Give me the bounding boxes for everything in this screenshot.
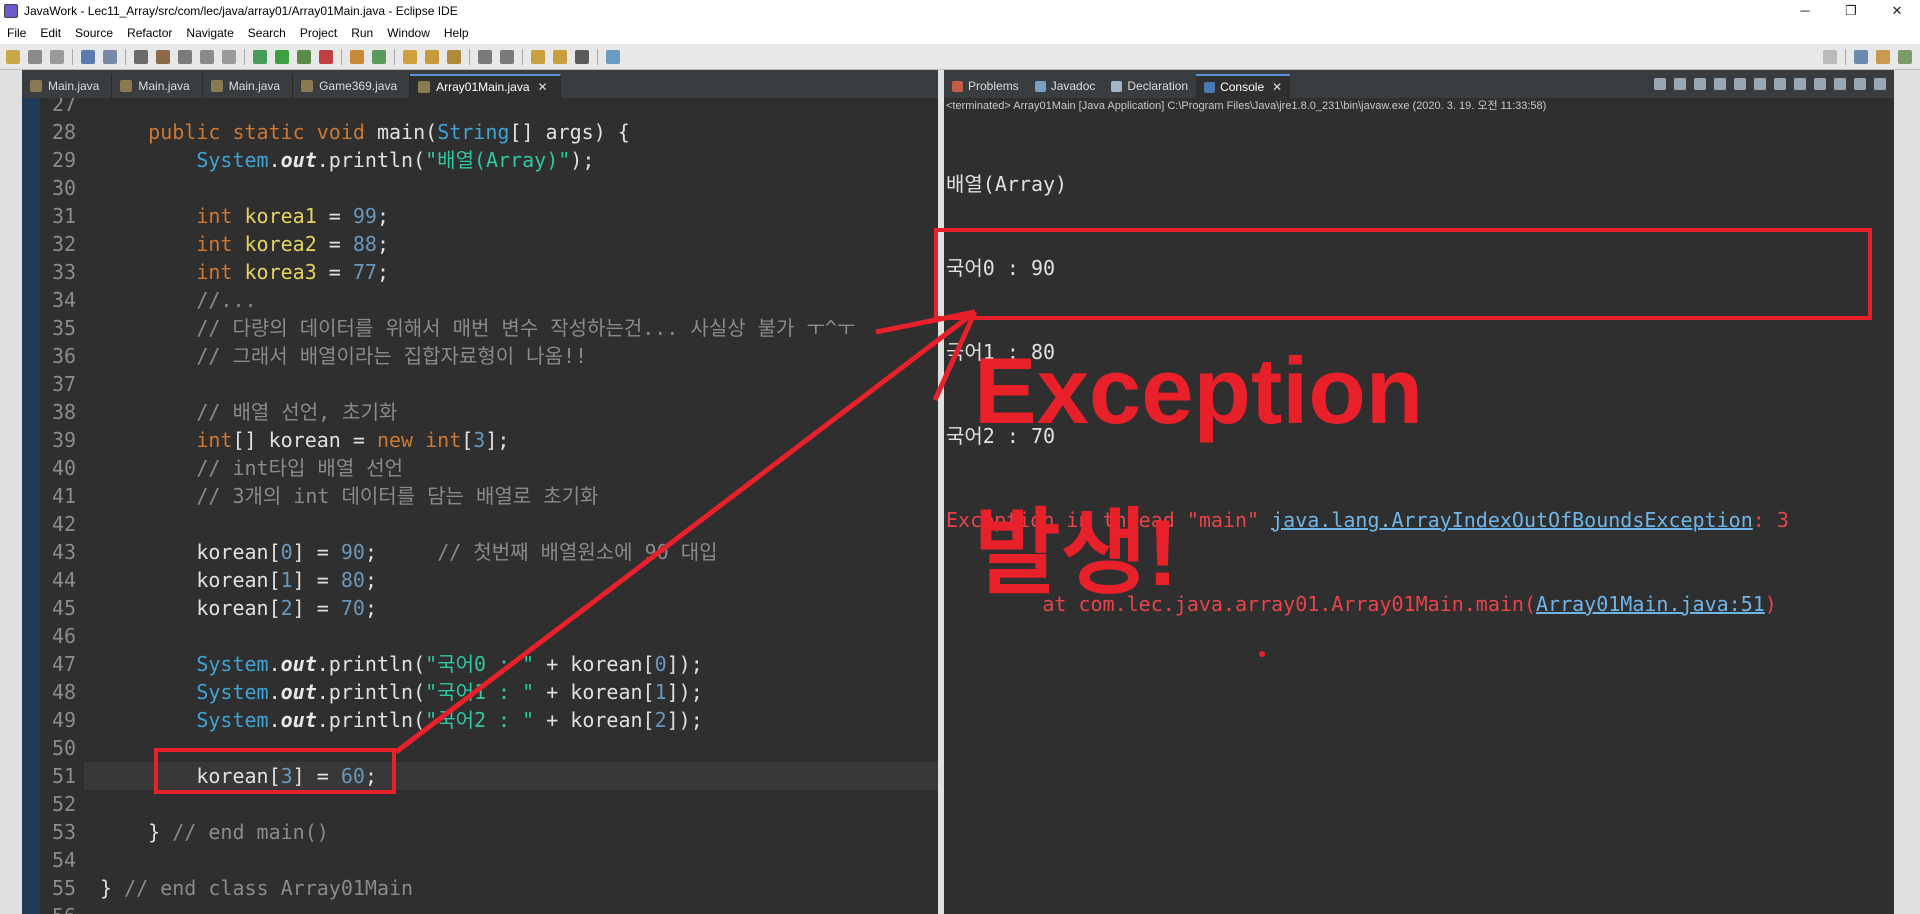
annotation-arrow: [394, 309, 1265, 754]
annotation-dot: [1259, 651, 1265, 657]
callout-exception-text: Exception: [974, 338, 1424, 443]
arrow-shaft: [394, 310, 977, 754]
callout-occurred-text: 발생!: [974, 500, 1179, 605]
